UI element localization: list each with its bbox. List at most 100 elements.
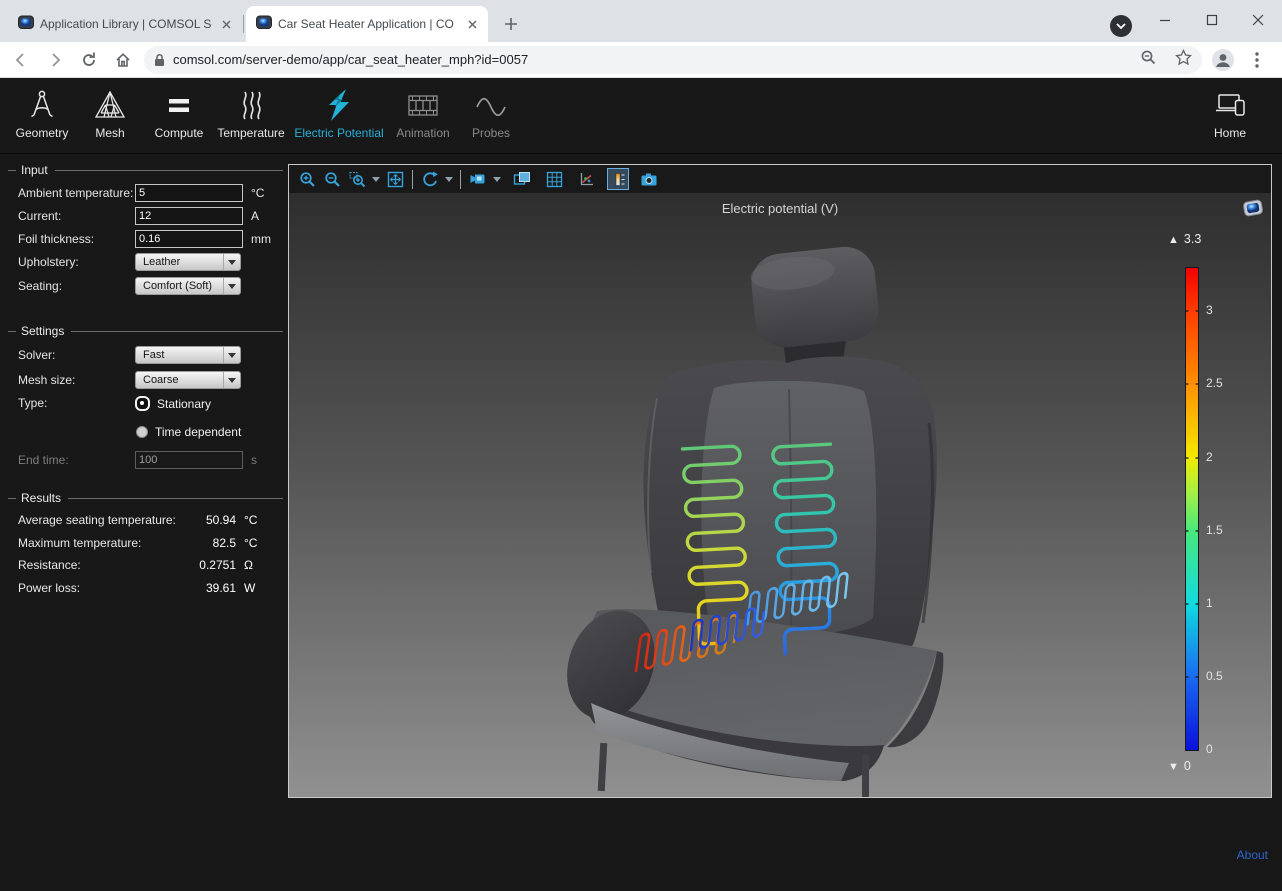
- seating-row: Seating: Comfort (Soft): [0, 274, 288, 298]
- forward-icon[interactable]: [42, 47, 68, 73]
- mesh-size-row: Mesh size: Coarse: [0, 367, 288, 392]
- toolbar-separator: [412, 170, 413, 189]
- tab-close-icon[interactable]: [464, 16, 480, 32]
- result-row-power-loss: Power loss:39.61W: [0, 577, 288, 600]
- ribbon-temperature-button[interactable]: Temperature: [211, 86, 291, 148]
- chevron-down-icon: [223, 372, 240, 388]
- color-legend-bar: [1185, 267, 1201, 752]
- grid-icon[interactable]: [543, 168, 565, 190]
- zoom-out-icon[interactable]: [321, 168, 343, 190]
- toolbar-separator: [460, 170, 461, 189]
- rotate-view-icon[interactable]: [419, 168, 441, 190]
- compute-equals-icon: [162, 86, 196, 124]
- zoom-in-icon[interactable]: [296, 168, 318, 190]
- default-view-caret-icon[interactable]: [492, 168, 502, 190]
- radio-stationary[interactable]: Stationary: [135, 396, 243, 411]
- zoom-box-icon[interactable]: [346, 168, 368, 190]
- seating-dropdown[interactable]: Comfort (Soft): [135, 277, 241, 295]
- foil-thickness-input[interactable]: [135, 230, 243, 248]
- radio-time-dependent[interactable]: Time dependent: [135, 425, 243, 439]
- solver-row: Solver: Fast: [0, 342, 288, 367]
- window-minimize-button[interactable]: [1142, 0, 1188, 40]
- ribbon-geometry-button[interactable]: Geometry: [4, 86, 80, 148]
- comsol-favicon: [18, 14, 34, 35]
- url-text: comsol.com/server-demo/app/car_seat_heat…: [173, 52, 1140, 67]
- graphics-toolbar: [289, 165, 1271, 193]
- type-row: Type: Stationary: [0, 392, 288, 421]
- zoom-extents-icon[interactable]: [384, 168, 406, 190]
- tab-title: Car Seat Heater Application | CO: [278, 17, 458, 31]
- ribbon-mesh-button[interactable]: Mesh: [73, 86, 147, 148]
- mesh-size-dropdown[interactable]: Coarse: [135, 371, 241, 389]
- tab-application-library[interactable]: Application Library | COMSOL Se: [8, 6, 242, 42]
- type-row-2: Time dependent: [0, 421, 288, 443]
- legend-tick: 1.5: [1206, 523, 1223, 537]
- tab-car-seat-heater[interactable]: Car Seat Heater Application | CO: [246, 6, 488, 42]
- tab-close-icon[interactable]: [218, 16, 234, 32]
- film-strip-icon: [405, 86, 441, 124]
- chevron-down-icon: [223, 278, 240, 294]
- chevron-down-icon: [223, 347, 240, 363]
- browser-address-row: comsol.com/server-demo/app/car_seat_heat…: [0, 42, 1282, 78]
- about-link[interactable]: About: [1237, 848, 1268, 862]
- rotate-view-caret-icon[interactable]: [444, 168, 454, 190]
- geometry-compass-icon: [25, 86, 59, 124]
- color-legend-toggle[interactable]: [607, 168, 629, 190]
- browser-tab-strip: Application Library | COMSOL Se Car Seat…: [0, 0, 1282, 42]
- chevron-down-icon: [223, 254, 240, 270]
- current-input[interactable]: [135, 207, 243, 225]
- settings-section-header: Settings: [8, 324, 283, 338]
- browser-menu-icon[interactable]: [1244, 47, 1270, 73]
- result-row-average-temp: Average seating temperature:50.94°C: [0, 509, 288, 532]
- ribbon-compute-button[interactable]: Compute: [142, 86, 216, 148]
- legend-tick: 0.5: [1206, 669, 1223, 683]
- ambient-temperature-row: Ambient temperature: °C: [0, 181, 288, 204]
- new-tab-button[interactable]: [500, 13, 522, 35]
- legend-tick: 0: [1206, 742, 1213, 756]
- radio-on-icon: [135, 396, 150, 411]
- graphics-panel: Electric potential (V): [288, 164, 1272, 798]
- ribbon-electric-potential-button[interactable]: Electric Potential: [295, 86, 383, 148]
- legend-tick: 2: [1206, 450, 1213, 464]
- app-ribbon: Geometry Mesh Compute Temperature Electr…: [0, 78, 1282, 154]
- reload-icon[interactable]: [76, 47, 102, 73]
- scene-settings-icon[interactable]: [511, 168, 533, 190]
- bookmark-star-icon[interactable]: [1175, 49, 1192, 71]
- window-close-button[interactable]: [1235, 0, 1281, 40]
- address-bar[interactable]: comsol.com/server-demo/app/car_seat_heat…: [144, 46, 1202, 74]
- snapshot-camera-icon[interactable]: [638, 168, 660, 190]
- mesh-triangle-icon: [93, 86, 127, 124]
- result-row-max-temp: Maximum temperature:82.5°C: [0, 532, 288, 555]
- legend-min-marker: ▼0: [1168, 759, 1191, 773]
- browser-update-chevron-icon[interactable]: [1110, 15, 1132, 37]
- car-seat-3d-model: [289, 193, 1271, 797]
- lock-icon: [154, 53, 165, 67]
- profile-avatar[interactable]: [1210, 47, 1236, 73]
- home-icon[interactable]: [110, 47, 136, 73]
- plot-axes-icon[interactable]: [575, 168, 597, 190]
- sine-wave-icon: [473, 86, 509, 124]
- legend-tick: 3: [1206, 303, 1213, 317]
- triangle-down-icon: ▼: [1168, 761, 1179, 773]
- legend-tick: 2.5: [1206, 376, 1223, 390]
- window-maximize-button[interactable]: [1189, 0, 1235, 40]
- devices-home-icon: [1212, 86, 1248, 124]
- radio-off-icon: [136, 426, 148, 438]
- ribbon-animation-button: Animation: [385, 86, 461, 148]
- lightning-bolt-icon: [322, 86, 356, 124]
- ribbon-home-button[interactable]: Home: [1192, 86, 1268, 148]
- solver-dropdown[interactable]: Fast: [135, 346, 241, 364]
- page-zoom-icon[interactable]: [1140, 49, 1157, 71]
- default-view-icon[interactable]: [467, 168, 489, 190]
- upholstery-dropdown[interactable]: Leather: [135, 253, 241, 271]
- tab-title: Application Library | COMSOL Se: [40, 17, 212, 31]
- results-section-header: Results: [8, 491, 283, 505]
- ambient-temperature-input[interactable]: [135, 184, 243, 202]
- zoom-box-caret-icon[interactable]: [371, 168, 381, 190]
- sidebar: Input Ambient temperature: °C Current: A…: [0, 154, 288, 891]
- temperature-waves-icon: [234, 86, 268, 124]
- back-icon[interactable]: [8, 47, 34, 73]
- input-section-header: Input: [8, 163, 283, 177]
- plot-canvas[interactable]: Electric potential (V): [289, 193, 1271, 797]
- foil-thickness-row: Foil thickness: mm: [0, 227, 288, 250]
